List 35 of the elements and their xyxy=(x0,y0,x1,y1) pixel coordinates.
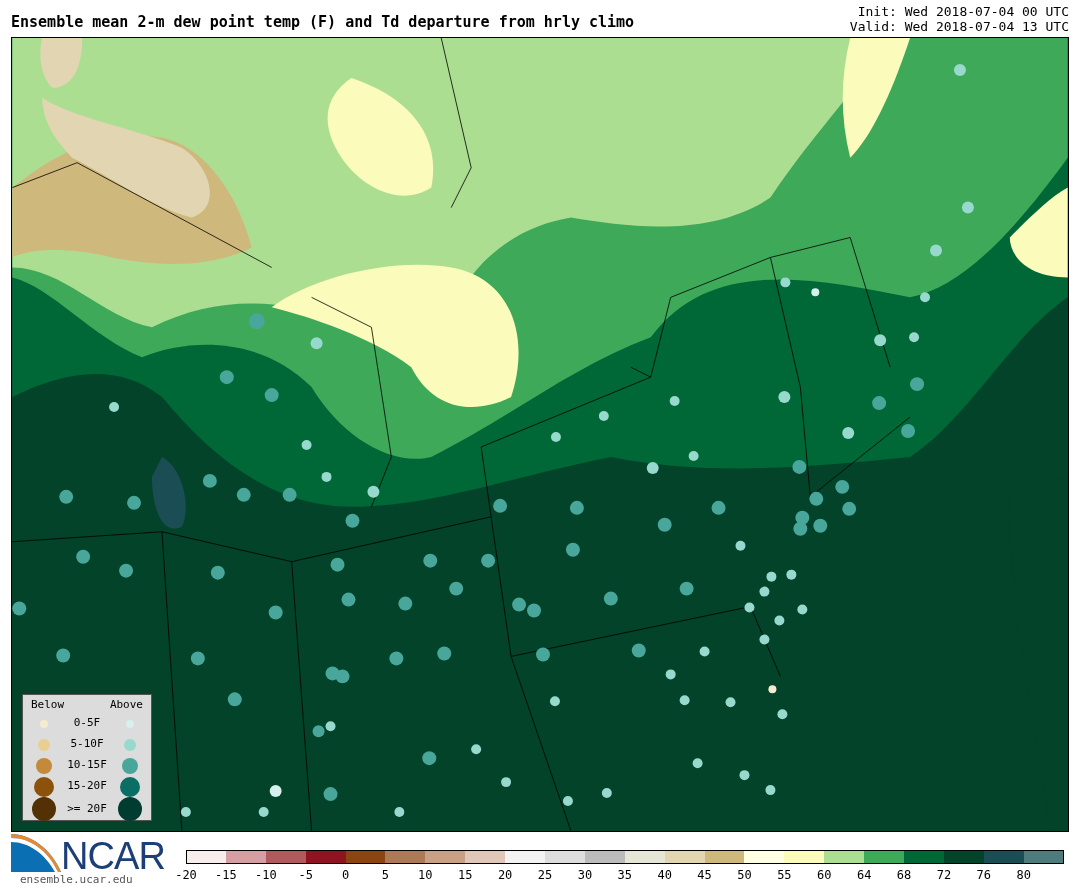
colorbar-tick-label: 80 xyxy=(1016,867,1031,884)
colorbar-tick-label: 60 xyxy=(817,867,832,884)
chart-title: Ensemble mean 2-m dew point temp (F) and Td departure from hrly climo xyxy=(11,11,635,33)
legend-range-label: 0-5F xyxy=(72,715,102,732)
colorbar-tick-label: 30 xyxy=(577,867,593,884)
colorbar-tick-label: 35 xyxy=(617,867,632,884)
colorbar-tick-label: 50 xyxy=(737,867,752,884)
logo-wordmark: NCAR xyxy=(61,838,165,874)
legend-below-label: Below xyxy=(31,696,65,713)
colorbar-tick-label: -5 xyxy=(298,867,313,884)
colorbar-tick-label: 25 xyxy=(537,867,553,884)
legend-range-label: 10-15F xyxy=(66,757,108,774)
init-time: Init: Wed 2018-07-04 00 UTC xyxy=(857,4,1069,19)
colorbar-tick-label: -20 xyxy=(175,867,197,884)
colorbar-tick-label: 0 xyxy=(341,867,350,884)
colorbar-tick-label: 5 xyxy=(381,867,390,884)
legend-range-label: >= 20F xyxy=(66,800,108,817)
colorbar-tick-label: 10 xyxy=(418,867,433,884)
colorbar-tick-label: 20 xyxy=(497,867,513,884)
colorbar-tick-label: 68 xyxy=(896,867,912,884)
colorbar-tick-label: 64 xyxy=(856,867,872,884)
colorbar-tick-label: 15 xyxy=(458,867,473,884)
legend-range-label: 15-20F xyxy=(66,778,108,795)
valid-time: Valid: Wed 2018-07-04 13 UTC xyxy=(849,19,1069,34)
logo-swoosh-icon xyxy=(11,834,61,874)
colorbar-tick-label: -15 xyxy=(215,867,237,884)
colorbar-tick-label: 45 xyxy=(697,867,712,884)
colorbar-tick-label: -10 xyxy=(254,867,277,884)
legend-range-label: 5-10F xyxy=(69,736,105,753)
colorbar-tick-label: 40 xyxy=(657,867,672,884)
colorbar-tick-label: 76 xyxy=(976,867,992,884)
colorbar-tick-label: 55 xyxy=(777,867,792,884)
colorbar-tick-label: 72 xyxy=(936,867,952,884)
legend-above-label: Above xyxy=(109,696,143,713)
website-url: ensemble.ucar.edu xyxy=(19,874,134,886)
